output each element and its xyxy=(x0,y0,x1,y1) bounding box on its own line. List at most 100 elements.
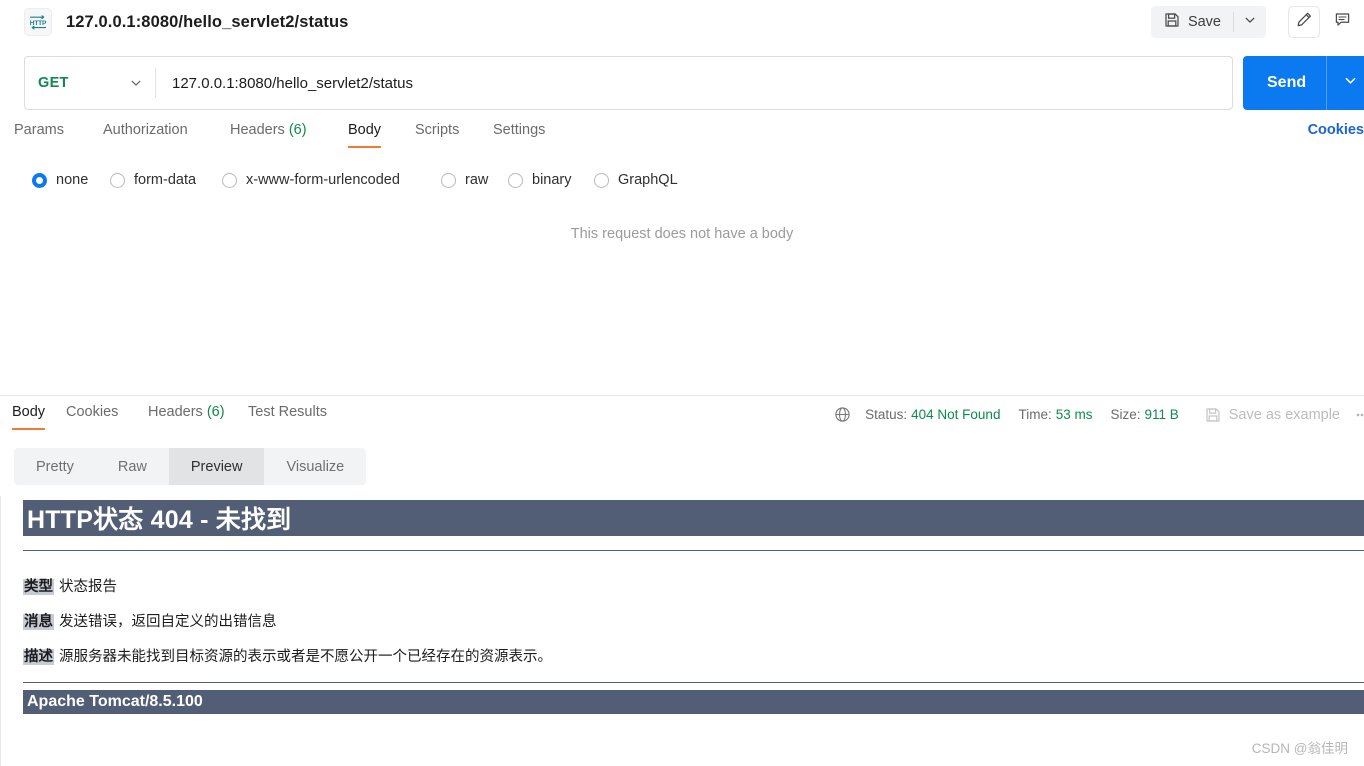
error-row-description-value: 源服务器未能找到目标资源的表示或者是不愿公开一个已经存在的资源表示。 xyxy=(59,649,552,665)
body-type-label: none xyxy=(56,172,89,188)
floppy-disk-icon xyxy=(1164,12,1180,33)
send-button-group: Send xyxy=(1243,56,1364,110)
error-page-footer: Apache Tomcat/8.5.100 xyxy=(23,690,1364,714)
postman-window: HTTP 127.0.0.1:8080/hello_servlet2/statu… xyxy=(0,0,1364,766)
send-options-dropdown[interactable] xyxy=(1327,56,1364,110)
response-mode-pretty[interactable]: Pretty xyxy=(14,448,96,485)
request-tab-authorization[interactable]: Authorization xyxy=(103,122,188,148)
response-view-mode-switch: Pretty Raw Preview Visualize xyxy=(14,448,367,485)
radio-unselected-icon xyxy=(594,172,609,188)
response-meta-bar: Status: 404 Not Found Time: 53 ms Size: … xyxy=(834,406,1364,423)
http-method-selector[interactable]: GET xyxy=(25,57,155,109)
url-bar: GET xyxy=(24,56,1233,110)
radio-unselected-icon xyxy=(110,172,125,188)
chevron-down-icon xyxy=(129,76,143,90)
body-type-radio-group: none form-data x-www-form-urlencoded raw bin… xyxy=(0,172,1364,198)
error-row-type-key: 类型 xyxy=(23,579,54,595)
floppy-disk-icon xyxy=(1205,407,1221,423)
time-label: Time: xyxy=(1018,407,1052,422)
http-method-label: GET xyxy=(38,75,69,91)
empty-body-message: This request does not have a body xyxy=(570,226,794,242)
save-options-dropdown[interactable] xyxy=(1234,6,1266,38)
tab-label: Authorization xyxy=(103,122,188,138)
save-as-example-label: Save as example xyxy=(1228,406,1340,423)
tab-label: Settings xyxy=(493,122,546,138)
send-button-label: Send xyxy=(1267,74,1307,91)
watermark: CSDN @翁佳明 xyxy=(1251,741,1348,756)
pencil-icon xyxy=(1296,11,1313,33)
save-button-label: Save xyxy=(1187,14,1221,30)
status-value: 404 Not Found xyxy=(911,407,1001,422)
save-button-group: Save xyxy=(1150,6,1266,38)
error-row-message: 消息 发送错误，返回自定义的出错信息 xyxy=(23,610,277,631)
radio-unselected-icon xyxy=(508,172,523,188)
save-button[interactable]: Save xyxy=(1151,6,1233,38)
svg-text:HTTP: HTTP xyxy=(30,20,47,27)
save-as-example-button[interactable]: Save as example xyxy=(1205,407,1340,423)
edit-request-button[interactable] xyxy=(1288,6,1320,38)
tab-label: Body xyxy=(348,122,382,138)
url-input[interactable] xyxy=(156,57,1232,109)
error-row-message-key: 消息 xyxy=(23,614,54,630)
error-row-message-value: 发送错误，返回自定义的出错信息 xyxy=(59,614,277,630)
request-tab-body[interactable]: Body xyxy=(348,122,382,148)
ellipsis-icon[interactable] xyxy=(1354,407,1364,423)
request-tab-headers[interactable]: Headers (6) xyxy=(230,122,307,148)
body-type-none[interactable]: none xyxy=(32,172,88,188)
body-type-raw[interactable]: raw xyxy=(441,172,488,188)
radio-unselected-icon xyxy=(441,172,456,188)
tab-label: Cookies xyxy=(66,404,119,420)
error-row-description: 描述 源服务器未能找到目标资源的表示或者是不愿公开一个已经存在的资源表示。 xyxy=(23,645,552,666)
response-tab-body[interactable]: Body xyxy=(12,404,46,430)
tab-count: (6) xyxy=(202,404,225,420)
http-protocol-icon: HTTP xyxy=(24,8,52,36)
globe-icon xyxy=(834,406,851,423)
status-group: Status: 404 Not Found xyxy=(865,407,1000,422)
response-tab-headers[interactable]: Headers (6) xyxy=(148,404,225,430)
tab-label: Params xyxy=(14,122,64,138)
error-page-rule-top xyxy=(23,550,1364,551)
response-mode-preview[interactable]: Preview xyxy=(168,448,265,485)
header-actions: Save xyxy=(1150,0,1364,44)
body-type-label: binary xyxy=(532,172,572,188)
server-version-label: Apache Tomcat/8.5.100 xyxy=(27,693,203,710)
response-tab-test-results[interactable]: Test Results xyxy=(248,404,327,430)
time-group: Time: 53 ms xyxy=(1018,407,1092,422)
error-page-banner: HTTP状态 404 - 未找到 xyxy=(23,500,1364,536)
url-bar-row: GET Send xyxy=(0,56,1364,110)
body-type-binary[interactable]: binary xyxy=(508,172,572,188)
response-pane-divider xyxy=(0,395,1364,396)
tab-label: Headers xyxy=(148,404,203,420)
comment-button[interactable] xyxy=(1326,6,1358,38)
body-type-label: form-data xyxy=(134,172,197,188)
size-label: Size: xyxy=(1110,407,1141,422)
error-row-type-value: 状态报告 xyxy=(59,579,117,595)
body-type-x-www-form-urlencoded[interactable]: x-www-form-urlencoded xyxy=(222,172,400,188)
request-header-bar: HTTP 127.0.0.1:8080/hello_servlet2/statu… xyxy=(0,0,1364,44)
tab-label: Body xyxy=(12,404,46,420)
cookies-link[interactable]: Cookies xyxy=(1308,122,1364,138)
error-row-type: 类型 状态报告 xyxy=(23,575,117,596)
response-mode-visualize[interactable]: Visualize xyxy=(264,448,366,485)
error-row-description-key: 描述 xyxy=(23,649,54,665)
status-label: Status: xyxy=(865,407,908,422)
response-tab-cookies[interactable]: Cookies xyxy=(66,404,118,430)
chevron-down-icon xyxy=(1243,13,1257,32)
chevron-down-icon xyxy=(1343,73,1358,93)
body-type-label: raw xyxy=(465,172,489,188)
tab-label: Test Results xyxy=(248,404,327,420)
request-tab-scripts[interactable]: Scripts xyxy=(415,122,459,148)
time-value: 53 ms xyxy=(1055,407,1093,422)
request-tab-params[interactable]: Params xyxy=(14,122,64,148)
body-type-graphql[interactable]: GraphQL xyxy=(594,172,678,188)
body-type-form-data[interactable]: form-data xyxy=(110,172,196,188)
request-tab-bar: Cookies Params Authorization Headers (6) Bo… xyxy=(0,122,1364,156)
send-button[interactable]: Send xyxy=(1243,56,1326,110)
request-tab-settings[interactable]: Settings xyxy=(493,122,545,148)
size-group: Size: 911 B xyxy=(1110,407,1178,422)
body-type-label: GraphQL xyxy=(618,172,678,188)
response-mode-raw[interactable]: Raw xyxy=(96,448,169,485)
comment-icon xyxy=(1334,11,1351,33)
size-value: 911 B xyxy=(1144,407,1179,422)
request-title: 127.0.0.1:8080/hello_servlet2/status xyxy=(66,12,349,31)
